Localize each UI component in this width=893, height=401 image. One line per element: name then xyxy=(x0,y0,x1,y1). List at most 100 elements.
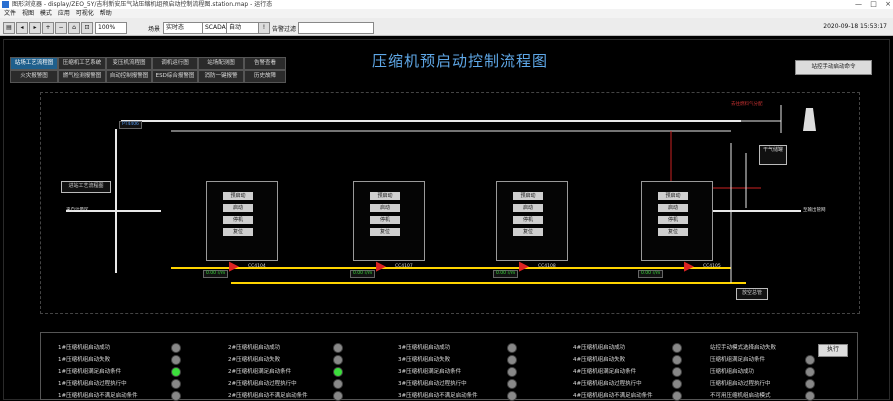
page-title: 压缩机预启动控制流程图 xyxy=(371,52,548,70)
alarm-filter-select[interactable] xyxy=(298,22,374,34)
forward-icon[interactable]: ▸ xyxy=(29,22,41,34)
prestart-button[interactable]: 预启动 xyxy=(223,192,253,200)
unit-speed: 0.00 r/m xyxy=(203,270,229,278)
unit-speed: 0.00 r/m xyxy=(638,270,664,278)
status-label: 压缩机组满足启动条件 xyxy=(710,357,766,363)
nav-transformer[interactable]: 变压机流程图 xyxy=(106,57,152,70)
status-label: 4#压缩机组启动成功 xyxy=(573,345,626,351)
start-button[interactable]: 启动 xyxy=(513,204,543,212)
start-button[interactable]: 启动 xyxy=(370,204,400,212)
status-label: 压缩机组启动成功 xyxy=(710,369,755,375)
zoom-input[interactable]: 100% xyxy=(95,22,127,34)
reset-button[interactable]: 复位 xyxy=(223,228,253,236)
compressor-unit-4: 预启动 启动 停机 复位 xyxy=(641,181,713,261)
status-label: 4#压缩机组启动失败 xyxy=(573,357,626,363)
nav-alarm-view[interactable]: 告警查看 xyxy=(244,57,286,70)
prestart-button[interactable]: 预启动 xyxy=(658,192,688,200)
menu-mode[interactable]: 模式 xyxy=(40,10,52,17)
status-indicator xyxy=(507,379,517,389)
nav-compressor-process[interactable]: 压缩机工艺系统 xyxy=(58,57,106,70)
status-label: 3#压缩机组启动过程执行中 xyxy=(398,381,467,387)
motor-icon: ▶ xyxy=(376,259,386,274)
motor-icon: ▶ xyxy=(519,259,529,274)
status-indicator xyxy=(507,367,517,377)
pipe-network xyxy=(66,105,816,284)
top-tag: 去往燃料气分配 xyxy=(731,102,763,107)
status-indicator xyxy=(672,343,682,353)
status-label: 2#压缩机组启动成功 xyxy=(228,345,281,351)
status-indicator xyxy=(171,379,181,389)
stop-button[interactable]: 停机 xyxy=(658,216,688,224)
nav-history-fault[interactable]: 历史故障 xyxy=(244,70,286,83)
status-indicator xyxy=(507,343,517,353)
status-label: 2#压缩机组满足启动条件 xyxy=(228,369,292,375)
status-label: 1#压缩机组启动失败 xyxy=(58,357,111,363)
stop-button[interactable]: 停机 xyxy=(513,216,543,224)
zoom-out-icon[interactable]: − xyxy=(55,22,67,34)
menu-app[interactable]: 应用 xyxy=(58,10,70,17)
auto-select[interactable]: 自动 xyxy=(226,22,260,34)
nav-unit-run[interactable]: 调机运行图 xyxy=(152,57,198,70)
launch-command-button[interactable]: 站控手动启动命令 xyxy=(795,60,872,75)
maximize-button[interactable]: □ xyxy=(870,0,877,8)
menu-file[interactable]: 文件 xyxy=(4,10,16,17)
fit-icon[interactable]: ⊡ xyxy=(81,22,93,34)
start-button[interactable]: 启动 xyxy=(223,204,253,212)
unit-name: CC4108 xyxy=(538,264,556,269)
nav-gas-detect[interactable]: 燃气检测报警图 xyxy=(58,70,106,83)
prestart-button[interactable]: 预启动 xyxy=(513,192,543,200)
back-icon[interactable]: ◂ xyxy=(16,22,28,34)
reset-button[interactable]: 复位 xyxy=(370,228,400,236)
stop-button[interactable]: 停机 xyxy=(223,216,253,224)
prestart-button[interactable]: 预启动 xyxy=(370,192,400,200)
stop-button[interactable]: 停机 xyxy=(370,216,400,224)
status-label: 1#压缩机组启动成功 xyxy=(58,345,111,351)
menu-bar: 文件 视图 模式 应用 可视化 帮助 xyxy=(0,9,893,18)
alarm-filter-label: 告警过滤 xyxy=(272,26,297,33)
nav-fire-alarm[interactable]: 火灾报警图 xyxy=(10,70,58,83)
status-label: 压缩机组启动过程执行中 xyxy=(710,381,771,387)
minimize-button[interactable]: — xyxy=(855,0,862,8)
alarm-icon[interactable]: ! xyxy=(258,22,270,34)
nav-station-test[interactable]: 站场配测图 xyxy=(198,57,244,70)
unit-speed: 0.00 r/m xyxy=(493,270,519,278)
menu-visual[interactable]: 可视化 xyxy=(76,10,94,17)
left-pipe-label: 来自计量区 xyxy=(66,208,89,213)
status-label: 2#压缩机组启动失败 xyxy=(228,357,281,363)
status-label: 1#压缩机组启动不满足启动条件 xyxy=(58,393,138,399)
status-label: 不可用压缩机组启动模式 xyxy=(710,393,771,399)
zoom-in-icon[interactable]: + xyxy=(42,22,54,34)
home-icon[interactable]: ⌂ xyxy=(68,22,80,34)
menu-help[interactable]: 帮助 xyxy=(100,10,112,17)
nav-station-process[interactable]: 站场工艺流程图 xyxy=(10,57,58,70)
compressor-unit-1: 预启动 启动 停机 复位 xyxy=(206,181,278,261)
reset-button[interactable]: 复位 xyxy=(658,228,688,236)
status-indicator xyxy=(171,355,181,365)
nav-esd[interactable]: ESD综合报警图 xyxy=(152,70,198,83)
start-button[interactable]: 启动 xyxy=(658,204,688,212)
close-button[interactable]: × xyxy=(885,0,891,8)
status-indicator xyxy=(333,367,343,377)
nav-auto-control[interactable]: 自动控制报警图 xyxy=(106,70,152,83)
menu-view[interactable]: 视图 xyxy=(22,10,34,17)
unit-name: CC4107 xyxy=(395,264,413,269)
scene-label: 场景 xyxy=(148,26,161,33)
status-indicator xyxy=(805,367,815,377)
nav-fire-oneclick[interactable]: 消防一键报警 xyxy=(198,70,244,83)
scene-select[interactable]: 实时态 xyxy=(163,22,205,34)
vent-box[interactable]: 放空总管 xyxy=(736,288,768,300)
status-label: 2#压缩机组启动过程执行中 xyxy=(228,381,297,387)
status-indicator xyxy=(672,367,682,377)
open-icon[interactable]: ▤ xyxy=(3,22,15,34)
status-indicator xyxy=(171,343,181,353)
execute-button[interactable]: 执行 xyxy=(818,344,848,357)
toolbar: ▤ ◂ ▸ + − ⌂ ⊡ 100% 场景 实时态 SCADA 自动 ! 告警过… xyxy=(0,18,893,36)
status-indicator xyxy=(805,379,815,389)
reset-button[interactable]: 复位 xyxy=(513,228,543,236)
left-out-link[interactable]: 进站工艺流程图 xyxy=(61,181,111,193)
status-label: 3#压缩机组满足启动条件 xyxy=(398,369,462,375)
process-diagram: 进站工艺流程图 来自计量区 至输出管网 去往燃料气分配 干气储罐 放空总管 PT… xyxy=(40,92,860,314)
status-label: 4#压缩机组启动过程执行中 xyxy=(573,381,642,387)
status-label: 1#压缩机组满足启动条件 xyxy=(58,369,122,375)
unit-speed: 0.00 r/m xyxy=(350,270,376,278)
